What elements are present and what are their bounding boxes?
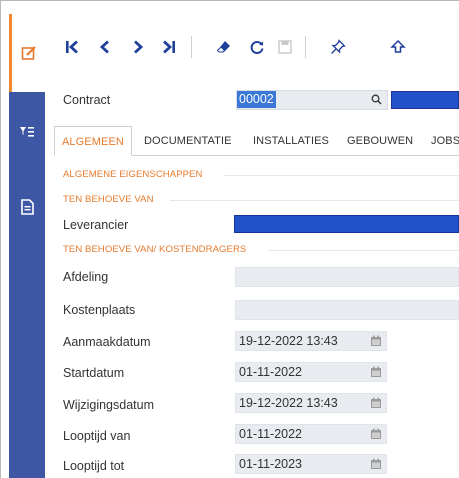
tab-algemeen[interactable]: ALGEMEEN (54, 126, 132, 156)
toolbar (45, 14, 459, 82)
section-divider (170, 200, 459, 201)
refresh-button[interactable] (248, 38, 266, 56)
save-icon (278, 40, 292, 54)
looptijd-tot-value: 01-11-2023 (239, 457, 303, 471)
contract-value: 00002 (237, 91, 276, 108)
calendar-icon[interactable] (370, 428, 382, 440)
leverancier-label: Leverancier (63, 218, 129, 232)
eraser-icon (216, 41, 230, 53)
afdeling-field[interactable] (235, 267, 459, 287)
wijzigingsdatum-label: Wijzigingsdatum (63, 398, 155, 412)
looptijd-tot-label: Looptijd tot (63, 459, 125, 473)
calendar-icon[interactable] (370, 366, 382, 378)
pin-button[interactable] (329, 38, 347, 56)
calendar-icon[interactable] (370, 397, 382, 409)
section-divider (224, 175, 459, 176)
edit-icon (21, 46, 36, 60)
calendar-icon[interactable] (370, 458, 382, 470)
section-cost-heading: TEN BEHOEVE VAN/ KOSTENDRAGERS (63, 244, 247, 255)
startdatum-label: Startdatum (63, 366, 125, 380)
afdeling-label: Afdeling (63, 270, 109, 284)
kostenplaats-label: Kostenplaats (63, 303, 136, 317)
previous-record-button[interactable] (96, 38, 114, 56)
aanmaakdatum-label: Aanmaakdatum (63, 335, 151, 349)
next-icon (134, 40, 144, 54)
last-icon (163, 40, 175, 54)
pin-icon (331, 39, 346, 54)
rail-edit-tab[interactable] (9, 14, 45, 92)
section-general-heading: ALGEMENE EIGENSCHAPPEN (63, 169, 203, 180)
first-icon (66, 40, 78, 54)
tab-bar: ALGEMEEN DOCUMENTATIE INSTALLATIES GEBOU… (54, 126, 459, 156)
clear-button[interactable] (215, 38, 233, 56)
filter-list-icon (20, 127, 34, 137)
section-behalf-heading: TEN BEHOEVE VAN (63, 194, 154, 205)
upload-icon (390, 39, 406, 53)
last-record-button[interactable] (160, 38, 178, 56)
looptijd-van-label: Looptijd van (63, 429, 131, 443)
next-record-button[interactable] (129, 38, 147, 56)
wijzigingsdatum-value: 19-12-2022 13:43 (239, 396, 338, 410)
aanmaakdatum-value: 19-12-2022 13:43 (239, 334, 338, 348)
tab-installaties[interactable]: INSTALLATIES (253, 126, 329, 156)
kostenplaats-field[interactable] (235, 300, 459, 320)
contract-description-field[interactable] (391, 91, 459, 109)
tab-documentatie[interactable]: DOCUMENTATIE (144, 126, 232, 156)
startdatum-value: 01-11-2022 (239, 365, 303, 379)
first-record-button[interactable] (63, 38, 81, 56)
rail-filter-tab[interactable] (9, 125, 45, 139)
upload-button[interactable] (389, 38, 407, 56)
section-divider (268, 250, 459, 251)
toolbar-separator (305, 36, 306, 58)
leverancier-field[interactable] (234, 215, 459, 233)
toolbar-separator (191, 36, 192, 58)
side-rail (9, 92, 45, 478)
calendar-icon[interactable] (370, 335, 382, 347)
contract-label: Contract (63, 93, 111, 107)
document-icon (20, 199, 34, 215)
refresh-icon (250, 41, 264, 54)
save-button[interactable] (276, 38, 294, 56)
search-icon[interactable] (371, 94, 382, 105)
tab-gebouwen[interactable]: GEBOUWEN (347, 126, 413, 156)
prev-icon (99, 40, 109, 54)
rail-document-tab[interactable] (9, 199, 45, 215)
looptijd-van-value: 01-11-2022 (239, 427, 303, 441)
tab-jobs[interactable]: JOBS (431, 126, 459, 156)
